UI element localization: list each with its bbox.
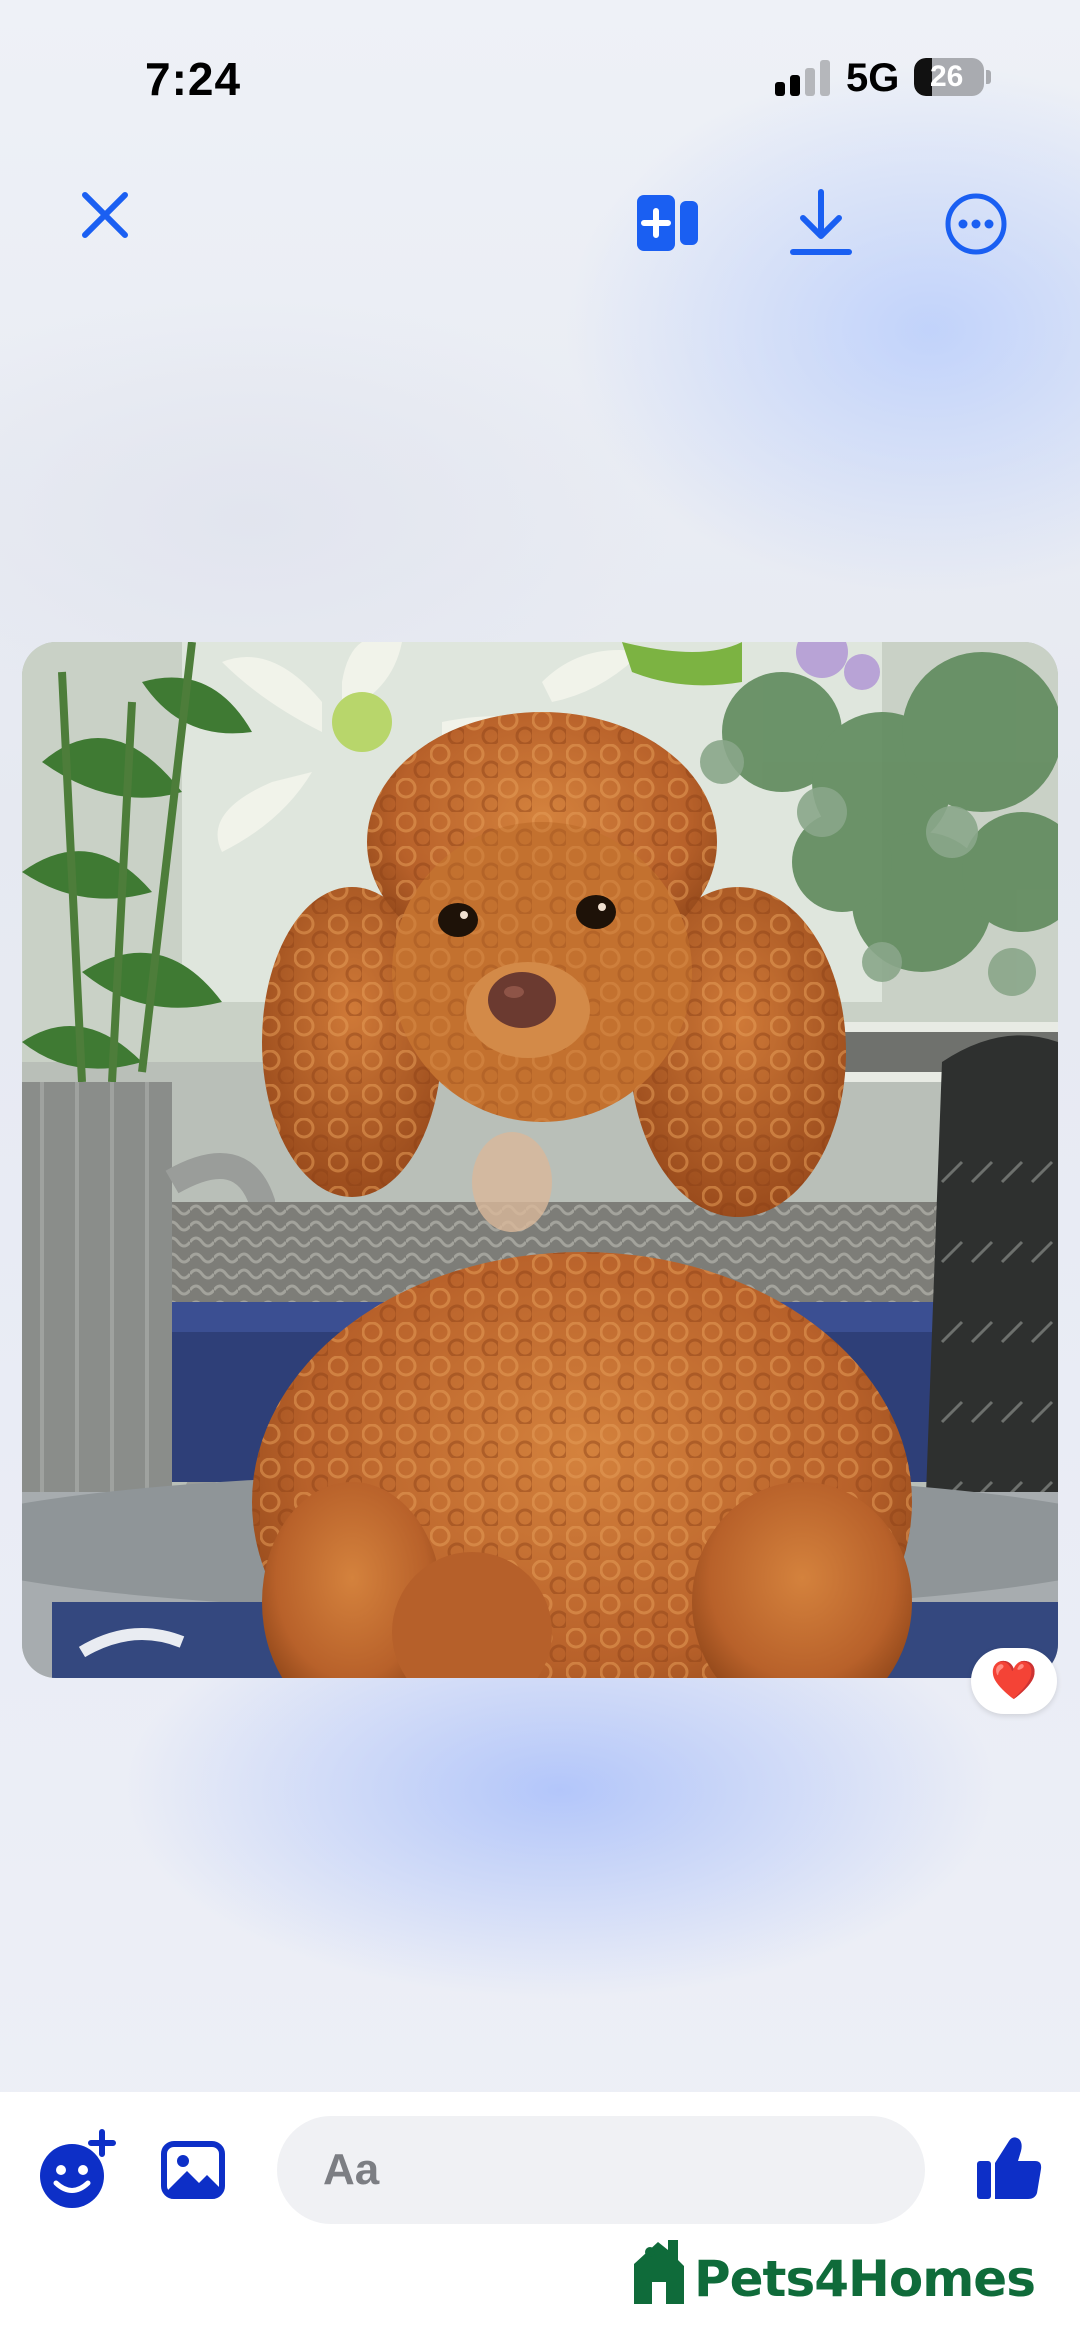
gallery-button[interactable]: [158, 2138, 228, 2202]
heart-reaction[interactable]: ❤️: [971, 1648, 1057, 1714]
message-input[interactable]: [277, 2116, 925, 2224]
cellular-signal-icon: [775, 60, 831, 96]
close-button[interactable]: [70, 180, 140, 250]
more-options-button[interactable]: [940, 188, 1012, 260]
add-to-story-icon: [637, 195, 698, 251]
shared-photo[interactable]: [22, 642, 1058, 1678]
more-options-icon: [945, 193, 1007, 255]
emoji-button[interactable]: [36, 2128, 120, 2212]
gallery-icon: [161, 2141, 225, 2199]
download-icon: [790, 189, 852, 255]
watermark-text: Pets4Homes: [694, 2250, 1036, 2308]
poodle-photo: [22, 642, 1058, 1678]
thumbs-up-icon: [977, 2137, 1042, 2199]
download-button[interactable]: [786, 186, 856, 258]
pets4homes-logo-icon: [634, 2240, 684, 2304]
battery-tip: [986, 70, 991, 84]
network-type: 5G: [846, 56, 900, 100]
close-icon: [82, 192, 128, 238]
emoji-plus-icon: [40, 2129, 116, 2208]
pets4homes-watermark: Pets4Homes: [628, 2228, 1036, 2308]
status-time: 7:24: [145, 53, 242, 105]
add-to-story-button[interactable]: [630, 188, 706, 258]
battery-icon: 26: [914, 58, 984, 96]
battery-level: 26: [930, 60, 964, 93]
like-button[interactable]: [972, 2130, 1046, 2204]
reaction-emoji: ❤️: [990, 1660, 1038, 1702]
